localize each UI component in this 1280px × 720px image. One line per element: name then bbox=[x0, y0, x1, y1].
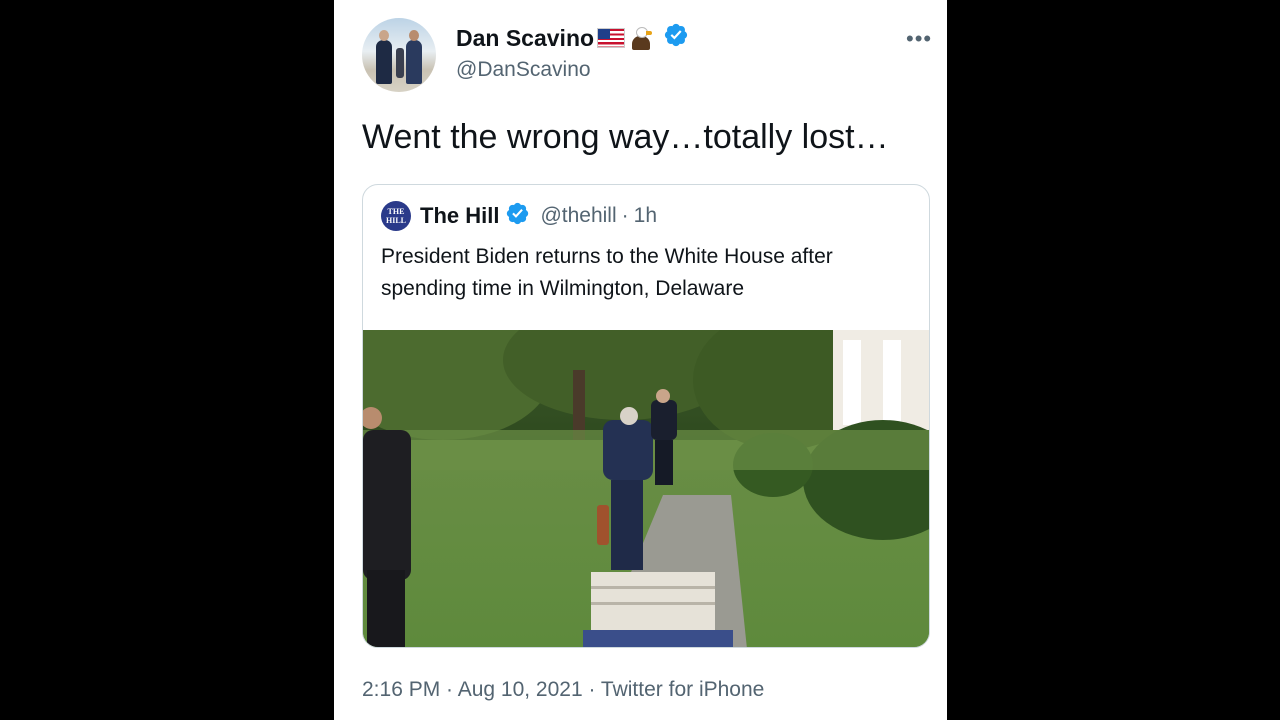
tweet-card: Dan Scavino @DanScavino ••• Went the wro… bbox=[334, 0, 947, 720]
quoted-tweet-text: President Biden returns to the White Hou… bbox=[381, 245, 833, 300]
tweet-timestamp[interactable]: 2:16 PM · Aug 10, 2021 · Twitter for iPh… bbox=[362, 678, 764, 702]
avatar-figure-back bbox=[396, 48, 404, 78]
author-display-name[interactable]: Dan Scavino bbox=[456, 25, 594, 52]
verified-badge-icon bbox=[663, 22, 689, 54]
verified-badge-icon bbox=[505, 201, 530, 231]
separator-dot: · bbox=[621, 204, 629, 227]
eagle-icon bbox=[628, 26, 654, 50]
the-hill-logo-icon[interactable]: THE HILL bbox=[381, 201, 411, 231]
quoted-display-name[interactable]: The Hill bbox=[420, 203, 499, 229]
quoted-tweet[interactable]: THE HILL The Hill @thehill · 1h Presiden… bbox=[362, 184, 930, 648]
quoted-handle[interactable]: @thehill bbox=[540, 204, 616, 228]
tweet-text: Went the wrong way…totally lost… bbox=[362, 118, 889, 156]
us-flag-icon bbox=[597, 28, 626, 48]
avatar-figure-right bbox=[406, 30, 422, 84]
quoted-tweet-header: THE HILL The Hill @thehill · 1h bbox=[381, 201, 657, 231]
video-thumbnail[interactable] bbox=[363, 330, 929, 647]
author-handle[interactable]: @DanScavino bbox=[456, 58, 591, 82]
avatar[interactable] bbox=[362, 18, 436, 92]
avatar-figure-left bbox=[376, 30, 392, 84]
more-options-icon[interactable]: ••• bbox=[906, 26, 932, 52]
quoted-time[interactable]: 1h bbox=[634, 204, 657, 228]
author-name-row[interactable]: Dan Scavino bbox=[456, 22, 689, 54]
